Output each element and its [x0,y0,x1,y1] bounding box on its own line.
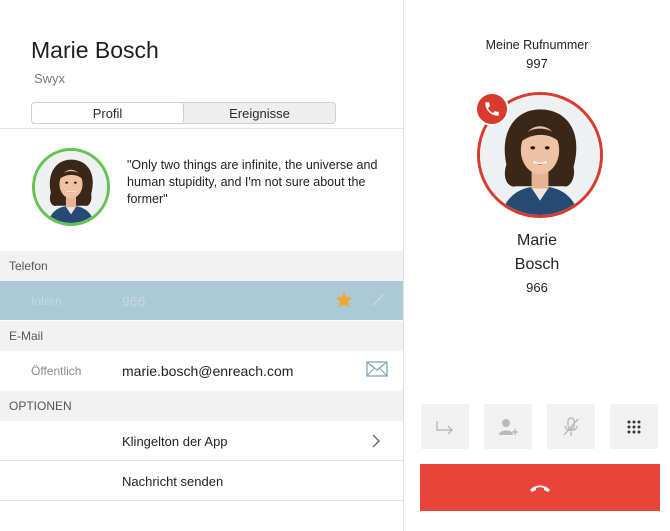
mail-icon[interactable] [366,361,388,377]
chevron-right-icon [372,434,380,448]
caller-avatar [475,92,603,218]
caller-last-name: Bosch [514,256,560,273]
avatar [32,148,110,226]
divider [0,500,403,501]
tab-profil[interactable]: Profil [32,103,184,123]
mute-button[interactable] [547,404,595,449]
email-address: marie.bosch@enreach.com [122,363,294,379]
option-send-message[interactable]: Nachricht senden [0,461,403,500]
mute-microphone-icon [563,416,579,436]
contact-name: Marie Bosch [31,37,159,63]
caller-number: 966 [526,280,548,295]
section-header-telefon: Telefon [0,251,403,281]
dialpad-icon [627,420,641,433]
divider [0,128,403,129]
forward-button[interactable] [421,404,469,449]
forward-icon [436,420,453,434]
option-label: Klingelton der App [122,434,228,449]
email-label: Öffentlich [31,364,82,378]
my-number: 997 [526,56,548,71]
section-header-optionen: OPTIONEN [0,391,403,421]
section-header-email: E-Mail [0,321,403,351]
hang-up-icon [530,485,550,492]
option-label: Nachricht senden [122,474,224,489]
my-number-label: Meine Rufnummer [485,38,589,52]
add-user-icon [499,418,518,435]
hang-up-button[interactable] [420,464,660,511]
contact-company: Swyx [34,71,66,86]
add-user-button[interactable] [484,404,532,449]
phone-row-intern[interactable]: Intern 966 [0,281,403,320]
phone-number: 966 [122,292,146,309]
phone-icon[interactable] [370,292,386,308]
phone-label: Intern [31,293,62,308]
caller-first-name: Marie [516,232,557,249]
dialpad-button[interactable] [610,404,658,449]
call-panel: Meine Rufnummer 997 Marie Bosch 966 [404,0,670,531]
option-ringtone[interactable]: Klingelton der App [0,421,403,460]
star-icon[interactable] [334,290,354,310]
email-row[interactable]: Öffentlich marie.bosch@enreach.com [0,351,403,391]
incoming-call-icon [475,92,509,126]
tab-bar: Profil Ereignisse [31,102,336,124]
status-quote: "Only two things are infinite, the unive… [127,158,378,206]
contact-panel: Marie Bosch Swyx Profil Ereignisse "Only… [0,0,403,531]
tab-ereignisse[interactable]: Ereignisse [184,103,335,123]
